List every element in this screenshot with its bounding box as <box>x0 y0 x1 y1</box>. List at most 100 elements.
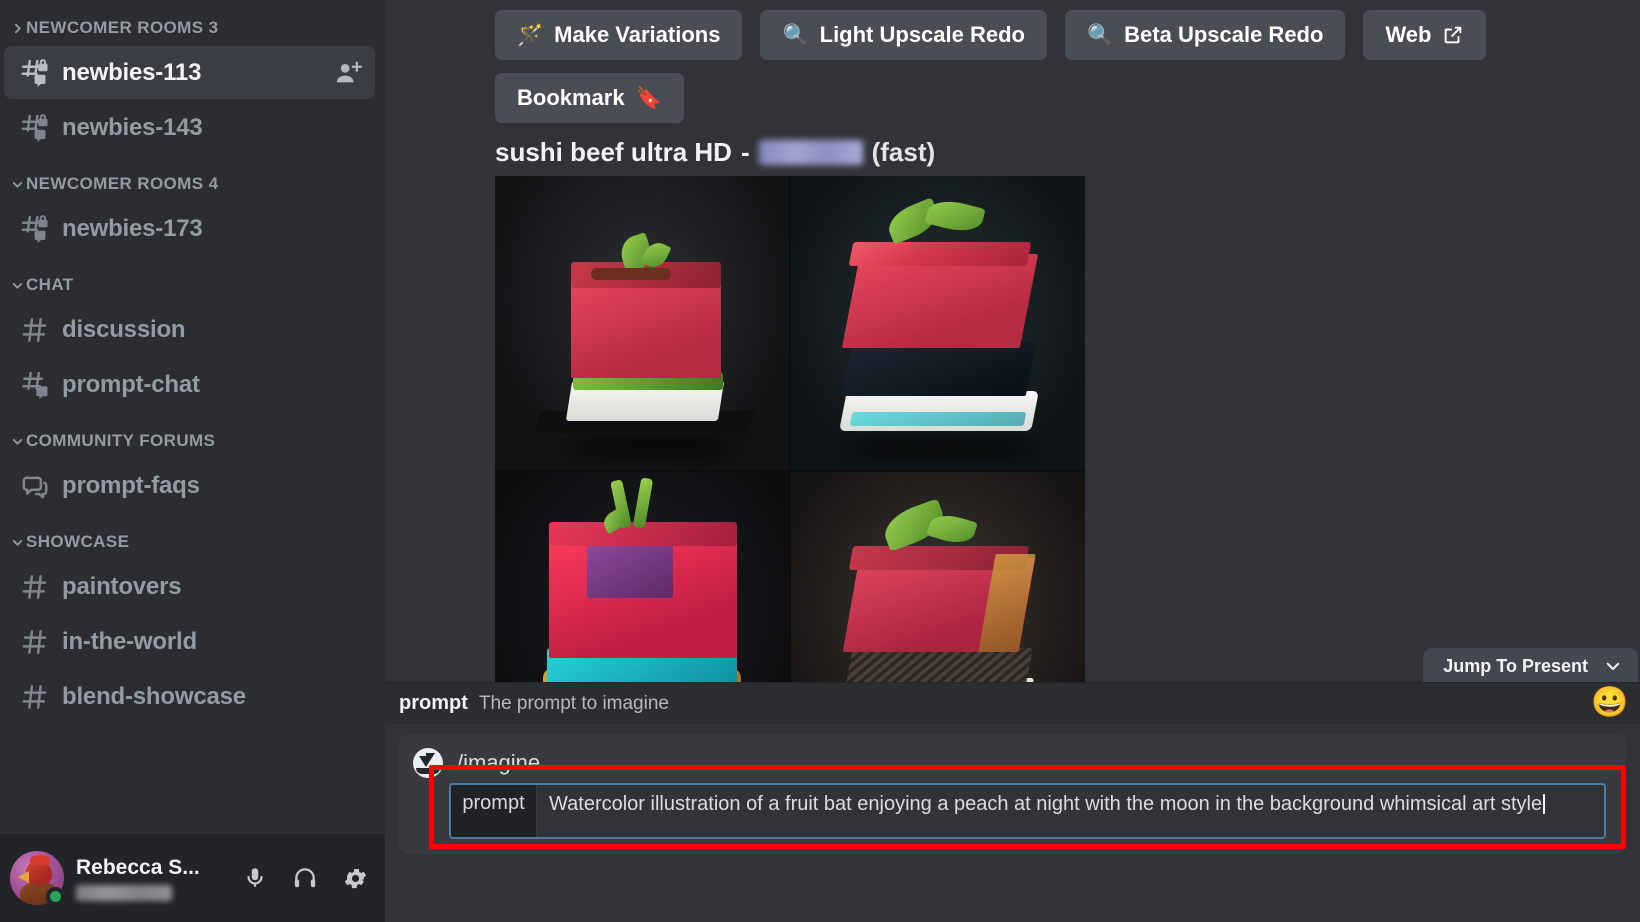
hint-option-description: The prompt to imagine <box>478 692 669 714</box>
user-tag-redacted <box>76 884 172 901</box>
channel-list[interactable]: NEWCOMER ROOMS 3 newbies-113 newbies-143 NE… <box>0 0 385 723</box>
sidebar-item-in-the-world[interactable]: in-the-world <box>4 615 375 668</box>
button-label: Make Variations <box>554 22 721 47</box>
grid-cell-top-left[interactable] <box>495 176 789 470</box>
light-upscale-redo-button[interactable]: 🔍 Light Upscale Redo <box>760 10 1047 60</box>
hash-channel-icon <box>18 570 52 604</box>
channel-name: prompt-chat <box>62 370 200 398</box>
text-caret <box>1543 794 1546 814</box>
message-prompt-header: sushi beef ultra HD - (fast) <box>495 137 1640 168</box>
user-mention-redacted <box>758 140 863 165</box>
category-label: COMMUNITY FORUMS <box>26 431 216 450</box>
chat-main: 🪄 Make Variations 🔍 Light Upscale Redo 🔍… <box>385 0 1640 922</box>
hint-option-name: prompt <box>399 692 468 714</box>
chevron-down-icon <box>8 533 26 551</box>
speed-label: (fast) <box>871 137 936 167</box>
sidebar-item-discussion[interactable]: discussion <box>4 303 375 356</box>
hash-channel-icon <box>18 313 52 347</box>
category-label: NEWCOMER ROOMS 3 <box>26 18 219 37</box>
sidebar-item-newbies-143[interactable]: newbies-143 <box>4 101 375 154</box>
slash-command-hint-bar: prompt The prompt to imagine <box>385 682 1640 724</box>
command-input-area: prompt The prompt to imagine /imagine pr… <box>385 682 1640 922</box>
category-header-newcomer-rooms-4[interactable]: NEWCOMER ROOMS 4 <box>0 156 385 200</box>
channel-name: prompt-faqs <box>62 471 200 499</box>
channel-name: discussion <box>62 315 186 343</box>
status-badge <box>46 887 65 906</box>
jump-to-present-label: Jump To Present <box>1443 655 1588 676</box>
user-display-name: Rebecca S... <box>76 855 200 879</box>
channel-name: blend-showcase <box>62 682 246 710</box>
slash-command-row: /imagine <box>413 746 1612 780</box>
hash-channel-icon <box>18 680 52 714</box>
category-label: NEWCOMER ROOMS 4 <box>26 174 219 193</box>
user-panel: Rebecca S... <box>0 834 385 922</box>
forum-channel-icon <box>18 469 52 503</box>
button-label: Web <box>1385 22 1432 47</box>
hash-channel-icon <box>18 625 52 659</box>
channel-name: in-the-world <box>62 627 197 655</box>
user-actions <box>239 862 371 894</box>
discord-window: NEWCOMER ROOMS 3 newbies-113 newbies-143 NE… <box>0 0 1640 922</box>
locked-thread-channel-icon <box>18 56 52 90</box>
bookmark-button[interactable]: Bookmark 🔖 <box>495 73 684 123</box>
prompt-input[interactable]: prompt Watercolor illustration of a frui… <box>449 783 1606 839</box>
sidebar-item-paintovers[interactable]: paintovers <box>4 560 375 613</box>
sailboat-avatar-icon <box>413 748 443 778</box>
category-label: SHOWCASE <box>26 532 130 551</box>
headset-icon[interactable] <box>289 862 321 894</box>
avatar[interactable] <box>10 851 65 906</box>
category-label: CHAT <box>26 275 74 294</box>
channel-name: newbies-143 <box>62 113 203 141</box>
magic-wand-icon: 🪄 <box>517 23 544 47</box>
chevron-right-icon <box>8 19 26 37</box>
category-header-community-forums[interactable]: COMMUNITY FORUMS <box>0 413 385 457</box>
button-label: Beta Upscale Redo <box>1124 22 1324 47</box>
category-header-chat[interactable]: CHAT <box>0 257 385 301</box>
make-variations-button[interactable]: 🪄 Make Variations <box>495 10 743 60</box>
magnifier-icon: 🔍 <box>1086 23 1114 47</box>
user-meta: Rebecca S... <box>76 856 200 901</box>
action-button-row-1: 🪄 Make Variations 🔍 Light Upscale Redo 🔍… <box>495 10 1640 60</box>
web-button[interactable]: Web <box>1363 10 1487 60</box>
bookmark-icon: 🔖 <box>635 86 662 110</box>
command-name: /imagine <box>457 750 541 775</box>
add-member-icon[interactable] <box>333 58 363 88</box>
microphone-icon[interactable] <box>239 862 271 894</box>
button-label: Bookmark <box>517 85 625 110</box>
chevron-down-icon <box>8 175 26 193</box>
sidebar-item-newbies-173[interactable]: newbies-173 <box>4 202 375 255</box>
button-label: Light Upscale Redo <box>819 22 1025 47</box>
message-action-toolbar: 🪄 Make Variations 🔍 Light Upscale Redo 🔍… <box>385 0 1640 123</box>
prompt-input-value[interactable]: Watercolor illustration of a fruit bat e… <box>537 785 1604 837</box>
sidebar-item-prompt-faqs[interactable]: prompt-faqs <box>4 459 375 512</box>
external-link-icon <box>1442 24 1464 46</box>
action-button-row-2: Bookmark 🔖 <box>495 73 1640 123</box>
channel-sidebar: NEWCOMER ROOMS 3 newbies-113 newbies-143 NE… <box>0 0 385 922</box>
chevron-down-icon <box>8 432 26 450</box>
prompt-option-chip: prompt <box>451 785 537 837</box>
channel-name: newbies-113 <box>62 58 202 86</box>
gear-icon[interactable] <box>339 862 371 894</box>
locked-thread-channel-icon <box>18 212 52 246</box>
chevron-down-icon <box>8 276 26 294</box>
separator: - <box>740 137 750 167</box>
channel-name: paintovers <box>62 572 182 600</box>
category-header-newcomer-rooms-3[interactable]: NEWCOMER ROOMS 3 <box>0 0 385 44</box>
message-prompt-text: sushi beef ultra HD <box>495 137 732 167</box>
emoji-picker-button[interactable]: 😀 <box>1590 682 1630 722</box>
message-composer[interactable]: /imagine prompt Watercolor illustration … <box>399 734 1626 854</box>
beta-upscale-redo-button[interactable]: 🔍 Beta Upscale Redo <box>1064 10 1346 60</box>
grid-cell-top-right[interactable] <box>791 176 1085 470</box>
locked-thread-channel-icon <box>18 111 52 145</box>
sidebar-item-prompt-chat[interactable]: prompt-chat <box>4 358 375 411</box>
image-grid[interactable] <box>495 176 1085 766</box>
prompt-text: Watercolor illustration of a fruit bat e… <box>549 793 1543 815</box>
chevron-down-icon <box>1604 657 1622 675</box>
thread-channel-icon <box>18 368 52 402</box>
sidebar-item-newbies-113[interactable]: newbies-113 <box>4 46 375 99</box>
magnifier-icon: 🔍 <box>782 23 809 47</box>
category-header-showcase[interactable]: SHOWCASE <box>0 514 385 558</box>
jump-to-present-button[interactable]: Jump To Present <box>1423 648 1638 684</box>
sidebar-item-blend-showcase[interactable]: blend-showcase <box>4 670 375 723</box>
channel-name: newbies-173 <box>62 214 203 242</box>
